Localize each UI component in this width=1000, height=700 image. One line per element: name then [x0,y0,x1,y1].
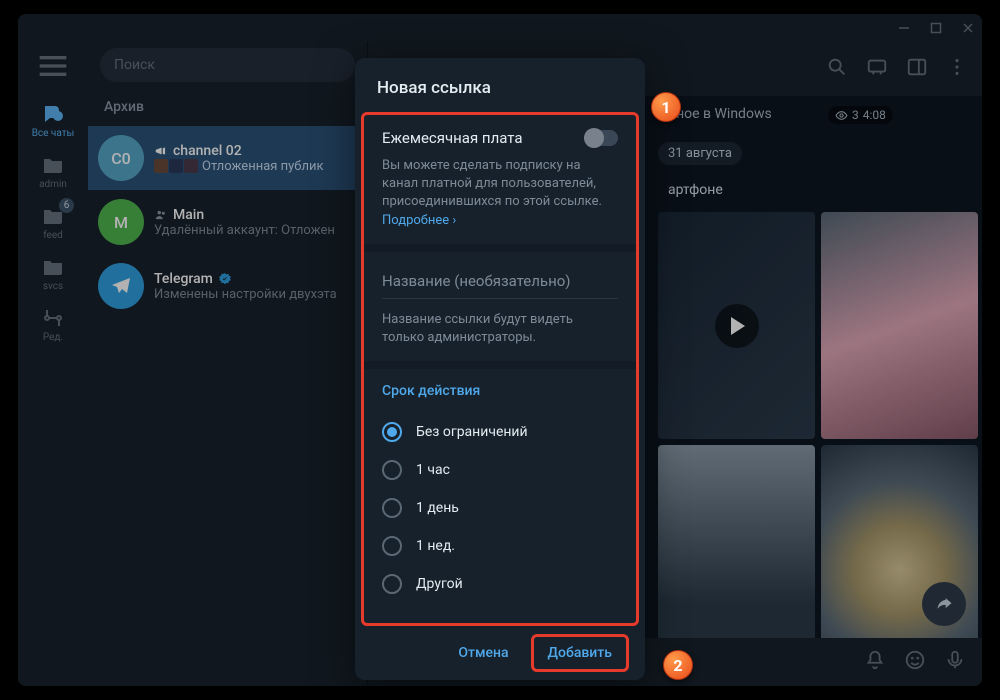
fee-label: Ежемесячная плата [382,129,523,147]
expire-option-other[interactable]: Другой [382,565,618,603]
radio-icon [382,460,402,480]
radio-icon [382,498,402,518]
add-button[interactable]: Добавить [531,634,629,672]
modal-overlay[interactable]: Новая ссылка Ежемесячная плата Вы можете… [18,14,982,686]
radio-icon [382,422,402,442]
radio-icon [382,574,402,594]
radio-icon [382,536,402,556]
name-description: Название ссылки будут видеть только адми… [382,311,618,347]
expire-option-1week[interactable]: 1 нед. [382,527,618,565]
expire-option-unlimited[interactable]: Без ограничений [382,413,618,451]
modal-footer: Отмена Добавить [355,626,645,680]
new-link-modal: Новая ссылка Ежемесячная плата Вы можете… [355,58,645,680]
fee-description: Вы можете сделать подписку на канал плат… [382,157,618,230]
section-expire: Срок действия Без ограничений 1 час 1 де… [364,369,636,617]
expire-title: Срок действия [382,383,618,399]
section-name: Название (необязательно) Название ссылки… [364,252,636,369]
section-fee: Ежемесячная плата Вы можете сделать подп… [364,115,636,252]
modal-body: Ежемесячная плата Вы можете сделать подп… [361,112,639,626]
expire-option-1day[interactable]: 1 день [382,489,618,527]
link-name-input[interactable]: Название (необязательно) [382,266,618,299]
expire-option-1hour[interactable]: 1 час [382,451,618,489]
app-window: Все чаты admin 6 feed svcs Ред. [18,14,982,686]
annotation-1: 1 [651,92,681,122]
cancel-button[interactable]: Отмена [444,637,522,669]
fee-toggle[interactable] [584,130,618,146]
learn-more-link[interactable]: Подробнее [382,213,456,228]
annotation-2: 2 [663,650,693,680]
modal-title: Новая ссылка [355,58,645,112]
